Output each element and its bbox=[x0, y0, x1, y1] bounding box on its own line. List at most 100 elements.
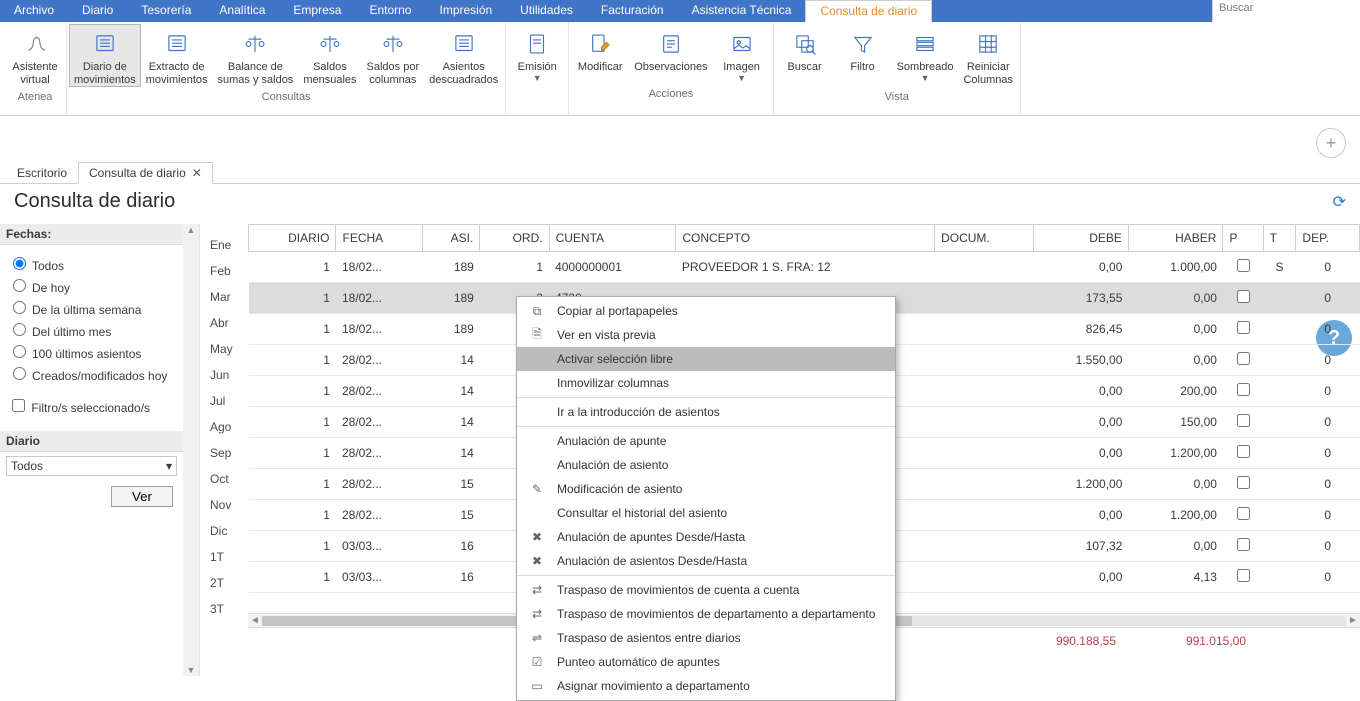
col-header-t[interactable]: T bbox=[1263, 225, 1296, 252]
ribbon-btn-saldos-mensuales[interactable]: Saldosmensuales bbox=[298, 24, 361, 87]
ver-button[interactable]: Ver bbox=[111, 486, 173, 507]
ribbon-btn-filtro-[interactable]: Filtro bbox=[834, 24, 892, 87]
menu-tab-utilidades[interactable]: Utilidades bbox=[506, 0, 587, 22]
table-row[interactable]: 118/02...18914000000001PROVEEDOR 1 S. FR… bbox=[249, 252, 1360, 283]
menu-tab-impresi-n[interactable]: Impresión bbox=[425, 0, 506, 22]
punteo-checkbox[interactable] bbox=[1237, 290, 1250, 303]
month-item-3t[interactable]: 3T bbox=[200, 596, 248, 622]
menu-tab-diario[interactable]: Diario bbox=[68, 0, 127, 22]
ribbon-btn-reiniciar-columnas[interactable]: ReiniciarColumnas bbox=[958, 24, 1018, 87]
punteo-checkbox[interactable] bbox=[1237, 538, 1250, 551]
ribbon-btn-observaciones-[interactable]: Observaciones bbox=[629, 24, 712, 84]
menu-item-traspaso-de-asientos-entre-diarios[interactable]: ⇌Traspaso de asientos entre diarios bbox=[517, 626, 895, 650]
col-header-ord[interactable]: ORD. bbox=[480, 225, 549, 252]
col-header-cuenta[interactable]: CUENTA bbox=[549, 225, 676, 252]
punteo-checkbox[interactable] bbox=[1237, 321, 1250, 334]
menu-item-ir-a-la-introducci-n-de-asientos[interactable]: Ir a la introducción de asientos bbox=[517, 400, 895, 424]
month-item-ene[interactable]: Ene bbox=[200, 232, 248, 258]
menu-tab-anal-tica[interactable]: Analítica bbox=[205, 0, 279, 22]
col-header-p[interactable]: P bbox=[1223, 225, 1263, 252]
col-header-concepto[interactable]: CONCEPTO bbox=[676, 225, 935, 252]
date-radio-option[interactable]: 100 últimos asientos bbox=[8, 342, 177, 361]
menu-item-copiar-al-portapapeles[interactable]: ⧉Copiar al portapapeles bbox=[517, 299, 895, 323]
ribbon-btn-emisi-n-[interactable]: Emisión▼ bbox=[508, 24, 566, 84]
menu-item-traspaso-de-movimientos-de-cuenta-a-cuen[interactable]: ⇄Traspaso de movimientos de cuenta a cue… bbox=[517, 578, 895, 602]
doc-tab-consulta-de-diario[interactable]: Consulta de diario✕ bbox=[78, 162, 213, 184]
col-header-debe[interactable]: DEBE bbox=[1034, 225, 1129, 252]
menu-item-asignar-movimiento-a-departamento[interactable]: ▭Asignar movimiento a departamento bbox=[517, 674, 895, 698]
ribbon-btn-buscar-[interactable]: Buscar bbox=[776, 24, 834, 87]
col-header-diario[interactable]: DIARIO bbox=[249, 225, 336, 252]
punteo-checkbox[interactable] bbox=[1237, 507, 1250, 520]
month-item-abr[interactable]: Abr bbox=[200, 310, 248, 336]
filtro-seleccionado-checkbox[interactable] bbox=[12, 399, 25, 412]
menu-tab-consulta-de-diario[interactable]: Consulta de diario bbox=[805, 0, 932, 22]
month-item-ago[interactable]: Ago bbox=[200, 414, 248, 440]
month-item-sep[interactable]: Sep bbox=[200, 440, 248, 466]
menu-item-anulaci-n-de-asientos-desde-hasta[interactable]: ✖Anulación de asientos Desde/Hasta bbox=[517, 549, 895, 573]
ribbon-btn-asistente-virtual[interactable]: Asistentevirtual bbox=[6, 24, 64, 87]
global-search-input[interactable]: Buscar bbox=[1212, 0, 1360, 22]
date-radio-option[interactable]: Del último mes bbox=[8, 320, 177, 339]
menu-item-ver-en-vista-previa[interactable]: 🗎Ver en vista previa bbox=[517, 323, 895, 347]
menu-item-anulaci-n-de-apunte[interactable]: Anulación de apunte bbox=[517, 429, 895, 453]
menu-tab-tesorer-a[interactable]: Tesorería bbox=[127, 0, 205, 22]
diario-select[interactable]: Todos ▾ bbox=[6, 456, 177, 476]
col-header-docum[interactable]: DOCUM. bbox=[935, 225, 1034, 252]
col-header-asi[interactable]: ASI. bbox=[422, 225, 479, 252]
menu-tab-empresa[interactable]: Empresa bbox=[279, 0, 355, 22]
date-radio-option[interactable]: Todos bbox=[8, 254, 177, 273]
menu-item-consultar-el-historial-del-asiento[interactable]: Consultar el historial del asiento bbox=[517, 501, 895, 525]
menu-tab-asistencia-t-cnica[interactable]: Asistencia Técnica bbox=[678, 0, 806, 22]
date-radio-option[interactable]: De la última semana bbox=[8, 298, 177, 317]
punteo-checkbox[interactable] bbox=[1237, 414, 1250, 427]
ribbon-btn-diario-de-movimientos[interactable]: Diario demovimientos bbox=[69, 24, 141, 87]
month-item-may[interactable]: May bbox=[200, 336, 248, 362]
col-header-dep[interactable]: DEP. bbox=[1296, 225, 1360, 252]
menu-item-traspaso-de-movimientos-de-departamento-[interactable]: ⇄Traspaso de movimientos de departamento… bbox=[517, 602, 895, 626]
menu-item-punteo-autom-tico-de-apuntes[interactable]: ☑Punteo automático de apuntes bbox=[517, 650, 895, 674]
sidebar-scrollbar[interactable]: ▲▼ bbox=[183, 224, 199, 676]
radio-input[interactable] bbox=[13, 257, 26, 270]
date-radio-option[interactable]: Creados/modificados hoy bbox=[8, 364, 177, 383]
month-item-dic[interactable]: Dic bbox=[200, 518, 248, 544]
menu-tab-entorno[interactable]: Entorno bbox=[355, 0, 425, 22]
radio-input[interactable] bbox=[13, 301, 26, 314]
date-radio-option[interactable]: De hoy bbox=[8, 276, 177, 295]
ribbon-btn-imagen-[interactable]: Imagen▼ bbox=[713, 24, 771, 84]
add-button[interactable]: + bbox=[1316, 128, 1346, 158]
month-item-feb[interactable]: Feb bbox=[200, 258, 248, 284]
radio-input[interactable] bbox=[13, 345, 26, 358]
ribbon-btn-modificar-[interactable]: Modificar bbox=[571, 24, 629, 84]
month-item-1t[interactable]: 1T bbox=[200, 544, 248, 570]
menu-item-activar-selecci-n-libre[interactable]: Activar selección libre bbox=[517, 347, 895, 371]
month-item-oct[interactable]: Oct bbox=[200, 466, 248, 492]
month-item-nov[interactable]: Nov bbox=[200, 492, 248, 518]
menu-tab-facturaci-n[interactable]: Facturación bbox=[587, 0, 678, 22]
ribbon-btn-asientos-descuadrados[interactable]: Asientosdescuadrados bbox=[424, 24, 503, 87]
punteo-checkbox[interactable] bbox=[1237, 383, 1250, 396]
month-item-2t[interactable]: 2T bbox=[200, 570, 248, 596]
radio-input[interactable] bbox=[13, 323, 26, 336]
menu-item-anulaci-n-de-asiento[interactable]: Anulación de asiento bbox=[517, 453, 895, 477]
punteo-checkbox[interactable] bbox=[1237, 352, 1250, 365]
doc-tab-escritorio[interactable]: Escritorio bbox=[6, 162, 78, 183]
close-icon[interactable]: ✕ bbox=[192, 166, 202, 180]
radio-input[interactable] bbox=[13, 367, 26, 380]
ribbon-btn-extracto-de-movimientos[interactable]: Extracto demovimientos bbox=[141, 24, 213, 87]
menu-tab-archivo[interactable]: Archivo bbox=[0, 0, 68, 22]
month-item-mar[interactable]: Mar bbox=[200, 284, 248, 310]
ribbon-btn-balance-de-sumas-y-saldos[interactable]: Balance desumas y saldos bbox=[213, 24, 299, 87]
punteo-checkbox[interactable] bbox=[1237, 259, 1250, 272]
month-item-jul[interactable]: Jul bbox=[200, 388, 248, 414]
menu-item-anulaci-n-de-apuntes-desde-hasta[interactable]: ✖Anulación de apuntes Desde/Hasta bbox=[517, 525, 895, 549]
punteo-checkbox[interactable] bbox=[1237, 569, 1250, 582]
menu-item-modificaci-n-de-asiento[interactable]: ✎Modificación de asiento bbox=[517, 477, 895, 501]
ribbon-btn-saldos-por-columnas[interactable]: Saldos porcolumnas bbox=[362, 24, 425, 87]
col-header-fecha[interactable]: FECHA bbox=[336, 225, 422, 252]
col-header-haber[interactable]: HABER bbox=[1128, 225, 1223, 252]
punteo-checkbox[interactable] bbox=[1237, 476, 1250, 489]
ribbon-btn-sombreado-[interactable]: Sombreado▼ bbox=[892, 24, 959, 87]
month-item-jun[interactable]: Jun bbox=[200, 362, 248, 388]
punteo-checkbox[interactable] bbox=[1237, 445, 1250, 458]
